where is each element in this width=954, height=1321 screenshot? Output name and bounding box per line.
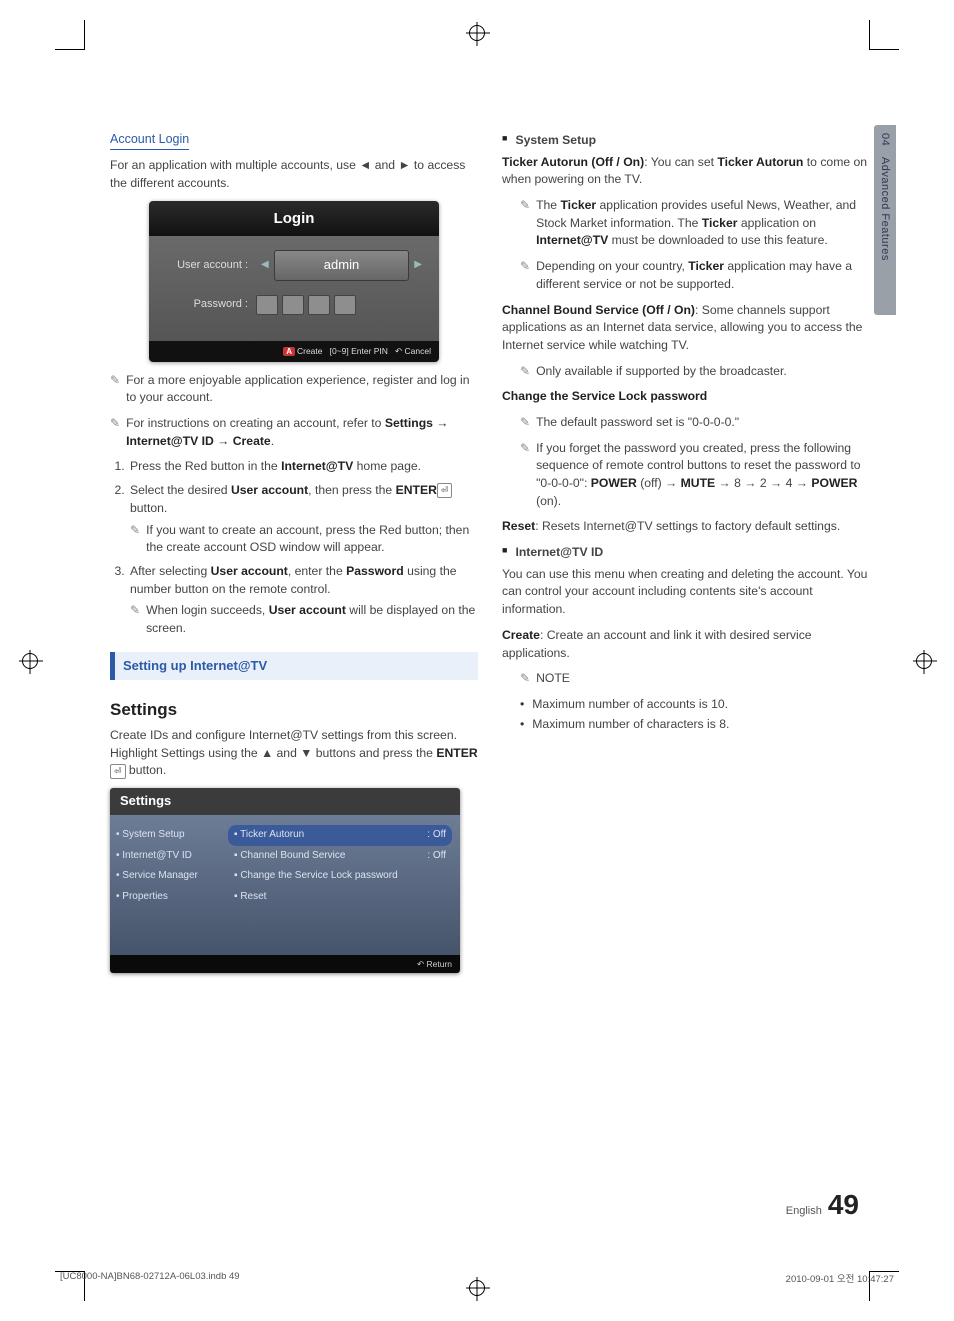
return-icon: ↶ <box>417 959 424 969</box>
arrow-right-icon[interactable]: ▶ <box>409 258 427 273</box>
settings-footer: ↶ Return <box>110 955 460 973</box>
footer-cancel[interactable]: Cancel <box>405 346 431 356</box>
menu-internet-tv-id[interactable]: • Internet@TV ID <box>116 846 222 867</box>
option-reset[interactable]: ▪ Reset <box>228 887 452 908</box>
pwd-note-1: The default password set is "0-0-0-0." <box>536 414 870 432</box>
red-a-icon: A <box>283 347 295 356</box>
note-icon <box>520 414 530 432</box>
settings-panel: Settings • System Setup • Internet@TV ID… <box>110 788 460 973</box>
menu-properties[interactable]: • Properties <box>116 887 222 908</box>
arrow-left-icon[interactable]: ◀ <box>256 258 274 273</box>
password-field[interactable] <box>256 295 356 315</box>
note-icon <box>520 670 530 688</box>
settings-right-options: ▪ Ticker Autorun : Off ▪ Channel Bound S… <box>228 815 460 955</box>
menu-system-setup[interactable]: • System Setup <box>116 825 222 846</box>
login-title: Login <box>149 201 439 237</box>
note-icon <box>520 440 530 458</box>
login-dialog: Login User account : ◀ admin ▶ Password … <box>149 201 439 362</box>
menu-service-manager[interactable]: • Service Manager <box>116 866 222 887</box>
internet-tv-id-head: Internet@TV ID <box>502 544 870 562</box>
date-meta: 2010-09-01 오전 10:47:27 <box>786 1271 894 1285</box>
chapter-number: 04 <box>879 133 891 146</box>
note-head: NOTE <box>536 670 870 688</box>
footer-enter-pin: [0~9] Enter PIN <box>330 346 388 356</box>
ticker-note-2: Depending on your country, Ticker applic… <box>536 258 870 293</box>
note-icon <box>110 415 120 433</box>
registration-mark-left <box>22 653 38 669</box>
create-desc: Create: Create an account and link it wi… <box>502 627 870 662</box>
note-icon <box>520 197 530 215</box>
settings-desc: Create IDs and configure Internet@TV set… <box>110 727 478 780</box>
bullet-max-chars: Maximum number of characters is 8. <box>520 716 870 734</box>
step-1: Press the Red button in the Internet@TV … <box>128 458 478 476</box>
enter-icon: ⏎ <box>110 764 126 779</box>
setting-up-heading: Setting up Internet@TV <box>110 652 478 681</box>
ticker-autorun-desc: Ticker Autorun (Off / On): You can set T… <box>502 154 870 189</box>
option-ticker-autorun[interactable]: ▪ Ticker Autorun : Off <box>228 825 452 846</box>
ticker-note-1: The Ticker application provides useful N… <box>536 197 870 250</box>
account-login-desc: For an application with multiple account… <box>110 157 478 192</box>
settings-heading: Settings <box>110 698 478 723</box>
login-steps: Press the Red button in the Internet@TV … <box>110 458 478 637</box>
footer-create[interactable]: Create <box>297 346 323 356</box>
note-create-account: For instructions on creating an account,… <box>126 415 478 450</box>
settings-panel-title: Settings <box>110 788 460 815</box>
password-label: Password : <box>161 297 256 313</box>
settings-left-menu: • System Setup • Internet@TV ID • Servic… <box>110 815 228 955</box>
login-footer: ACreate [0~9] Enter PIN ↶ Cancel <box>149 341 439 362</box>
registration-mark-right <box>916 653 932 669</box>
note-icon <box>110 372 120 390</box>
pwd-note-2: If you forget the password you created, … <box>536 440 870 511</box>
return-icon: ↶ <box>395 346 402 356</box>
option-channel-bound[interactable]: ▪ Channel Bound Service : Off <box>228 846 452 867</box>
note-icon <box>520 258 530 276</box>
registration-mark-top <box>469 25 485 41</box>
step-3-sub: When login succeeds, User account will b… <box>146 602 478 637</box>
option-change-lock-pwd[interactable]: ▪ Change the Service Lock password <box>228 866 452 887</box>
page-number: English 49 <box>786 1189 859 1221</box>
chapter-title: Advanced Features <box>879 157 891 261</box>
footer-meta: [UC8000-NA]BN68-02712A-06L03.indb 49 201… <box>60 1271 894 1285</box>
step-2-sub: If you want to create an account, press … <box>146 522 478 557</box>
channel-bound-desc: Channel Bound Service (Off / On): Some c… <box>502 302 870 355</box>
enter-icon: ⏎ <box>437 483 453 498</box>
note-bullets: Maximum number of accounts is 10. Maximu… <box>520 696 870 733</box>
user-account-field[interactable]: admin <box>274 250 410 281</box>
cbs-note: Only available if supported by the broad… <box>536 363 870 381</box>
account-login-heading: Account Login <box>110 130 189 150</box>
system-setup-head: System Setup <box>502 132 870 150</box>
step-2: Select the desired User account, then pr… <box>128 482 478 557</box>
side-chapter-tab: 04 Advanced Features <box>874 125 896 315</box>
note-icon <box>130 522 140 557</box>
file-meta: [UC8000-NA]BN68-02712A-06L03.indb 49 <box>60 1271 240 1285</box>
bullet-max-accounts: Maximum number of accounts is 10. <box>520 696 870 714</box>
reset-desc: Reset: Resets Internet@TV settings to fa… <box>502 518 870 536</box>
note-register: For a more enjoyable application experie… <box>126 372 478 407</box>
note-icon <box>520 363 530 381</box>
user-account-label: User account : <box>161 258 256 274</box>
id-desc: You can use this menu when creating and … <box>502 566 870 619</box>
change-pwd-head: Change the Service Lock password <box>502 389 707 403</box>
note-icon <box>130 602 140 637</box>
step-3: After selecting User account, enter the … <box>128 563 478 638</box>
